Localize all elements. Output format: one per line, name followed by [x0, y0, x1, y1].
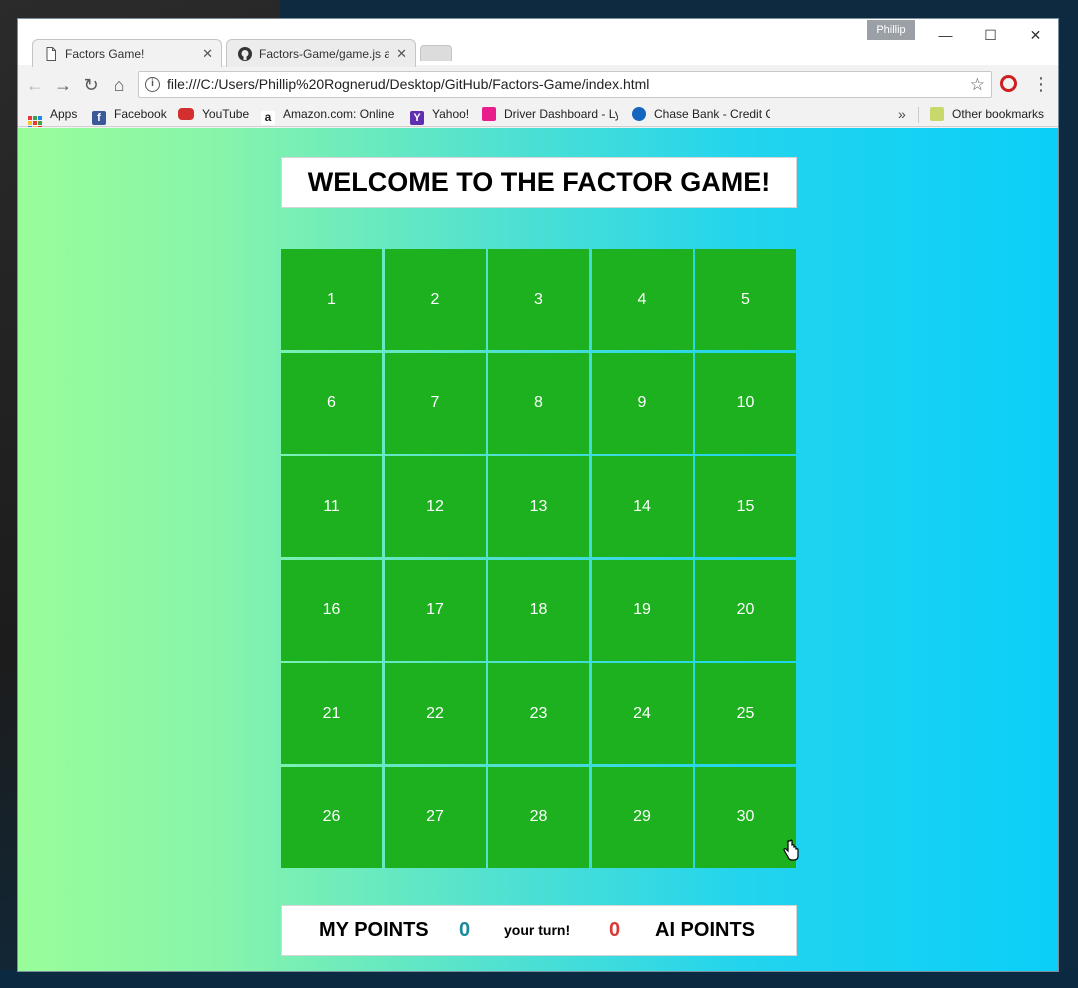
ai-points-value: 0	[609, 919, 621, 941]
my-points-label: MY POINTS	[319, 919, 429, 941]
github-icon	[238, 47, 252, 61]
bookmark-yahoo[interactable]: Y Yahoo!	[410, 103, 469, 127]
browser-window: Phillip — ☐ ✕ Factors Game! ✕ Factors-Ga…	[17, 18, 1059, 972]
number-cell-26[interactable]: 26	[281, 766, 382, 868]
hand-cursor-icon	[783, 839, 799, 861]
number-cell-28[interactable]: 28	[488, 766, 589, 868]
lyft-icon	[482, 107, 496, 121]
tab-factors-game[interactable]: Factors Game! ✕	[32, 39, 222, 67]
bookmark-chase[interactable]: Chase Bank - Credit C	[632, 103, 770, 127]
bookmark-facebook[interactable]: f Facebook	[92, 103, 167, 127]
close-tab-icon[interactable]: ✕	[202, 40, 213, 67]
number-cell-6[interactable]: 6	[281, 352, 382, 454]
number-cell-29[interactable]: 29	[591, 766, 693, 868]
bookmark-apps[interactable]: Apps	[28, 103, 77, 127]
number-cell-4[interactable]: 4	[591, 249, 693, 350]
amazon-icon: a	[261, 111, 275, 125]
facebook-icon: f	[92, 111, 106, 125]
close-window-button[interactable]: ✕	[1013, 21, 1058, 49]
url-text[interactable]: file:///C:/Users/Phillip%20Rognerud/Desk…	[167, 72, 649, 97]
bookmark-lyft[interactable]: Driver Dashboard - Ly	[482, 103, 618, 127]
profile-chip[interactable]: Phillip	[867, 20, 915, 40]
number-cell-24[interactable]: 24	[591, 663, 693, 764]
number-cell-7[interactable]: 7	[384, 352, 486, 454]
number-cell-12[interactable]: 12	[384, 456, 486, 557]
number-cell-8[interactable]: 8	[488, 352, 589, 454]
number-cell-17[interactable]: 17	[384, 559, 486, 661]
menu-dots-icon[interactable]: ⋮	[1032, 71, 1050, 97]
reload-icon[interactable]: ↻	[78, 72, 104, 98]
forward-arrow-icon[interactable]: →	[50, 72, 76, 98]
my-points-value: 0	[459, 919, 471, 941]
info-icon[interactable]: i	[145, 77, 160, 92]
number-cell-22[interactable]: 22	[384, 663, 486, 764]
number-cell-2[interactable]: 2	[384, 249, 486, 350]
bookmarks-bar: Apps f Facebook YouTube a Amazon.com: Onli…	[18, 103, 1058, 127]
ai-points-label: AI POINTS	[655, 919, 756, 941]
apps-icon	[28, 116, 42, 127]
bookmark-other[interactable]: Other bookmarks	[930, 103, 1044, 127]
yahoo-icon: Y	[410, 111, 424, 125]
back-arrow-icon[interactable]: ←	[22, 72, 48, 98]
number-cell-13[interactable]: 13	[488, 456, 589, 557]
number-cell-25[interactable]: 25	[695, 663, 796, 764]
tab-title: Factors Game!	[65, 47, 145, 61]
number-cell-3[interactable]: 3	[488, 249, 589, 350]
desktop-taskbar-edge	[0, 970, 1078, 988]
number-cell-23[interactable]: 23	[488, 663, 589, 764]
folder-icon	[930, 107, 944, 121]
maximize-button[interactable]: ☐	[968, 21, 1013, 49]
bookmark-youtube[interactable]: YouTube	[178, 103, 249, 127]
page-content: WELCOME TO THE FACTOR GAME! 1 2 3 4 5 6 7 8 9 10 1…	[18, 128, 1058, 971]
number-cell-30[interactable]: 30	[695, 766, 796, 868]
number-cell-11[interactable]: 11	[281, 456, 382, 557]
minimize-button[interactable]: —	[923, 21, 968, 49]
number-cell-5[interactable]: 5	[695, 249, 796, 350]
tab-strip: Phillip — ☐ ✕ Factors Game! ✕ Factors-Ga…	[18, 19, 1058, 67]
number-cell-16[interactable]: 16	[281, 559, 382, 661]
number-cell-15[interactable]: 15	[695, 456, 796, 557]
bookmark-star-icon[interactable]: ☆	[970, 72, 985, 97]
address-bar[interactable]: i file:///C:/Users/Phillip%20Rognerud/De…	[138, 71, 992, 98]
tab-title: Factors-Game/game.js at	[259, 47, 389, 61]
game-title: WELCOME TO THE FACTOR GAME!	[281, 157, 797, 208]
number-cell-20[interactable]: 20	[695, 559, 796, 661]
new-tab-button[interactable]	[420, 45, 452, 61]
number-cell-27[interactable]: 27	[384, 766, 486, 868]
number-cell-18[interactable]: 18	[488, 559, 589, 661]
bookmark-amazon[interactable]: a Amazon.com: Online	[261, 103, 395, 127]
browser-toolbar: ← → ↻ ⌂ i file:///C:/Users/Phillip%20Rog…	[18, 67, 1058, 103]
opera-extension-icon[interactable]	[1000, 75, 1017, 92]
youtube-icon	[178, 108, 194, 120]
scoreboard: MY POINTS 0 your turn! 0 AI POINTS	[281, 905, 797, 956]
chase-icon	[632, 107, 646, 121]
number-cell-14[interactable]: 14	[591, 456, 693, 557]
number-cell-1[interactable]: 1	[281, 249, 382, 350]
home-icon[interactable]: ⌂	[106, 72, 132, 98]
bookmarks-overflow-chevron[interactable]: »	[898, 103, 906, 125]
number-cell-19[interactable]: 19	[591, 559, 693, 661]
tab-github-game-js[interactable]: Factors-Game/game.js at ✕	[226, 39, 416, 67]
number-cell-9[interactable]: 9	[591, 352, 693, 454]
number-cell-10[interactable]: 10	[695, 352, 796, 454]
close-tab-icon[interactable]: ✕	[396, 40, 407, 67]
bookmarks-divider	[918, 107, 919, 123]
number-cell-21[interactable]: 21	[281, 663, 382, 764]
number-board: 1 2 3 4 5 6 7 8 9 10 11 12 13 14 15 16 17 18 19 20 21 22 23 24 2…	[281, 249, 796, 868]
page-icon	[46, 47, 56, 61]
turn-indicator: your turn!	[504, 922, 571, 938]
